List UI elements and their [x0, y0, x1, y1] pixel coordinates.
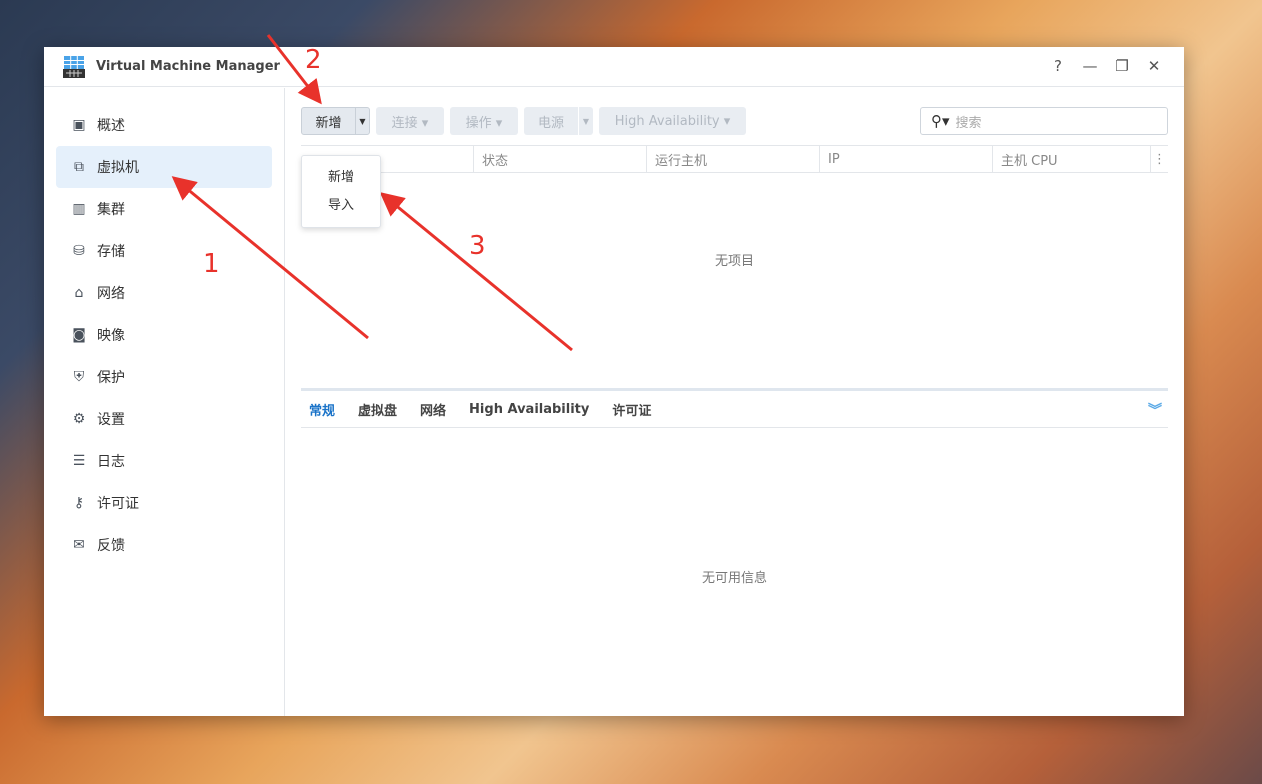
close-button[interactable]: ✕	[1138, 57, 1170, 75]
virtual-machine-icon: ⧉	[74, 159, 84, 175]
sidebar-item-virtual-machine[interactable]: ⧉ 虚拟机	[56, 146, 272, 188]
tab-virtual-disk[interactable]: 虚拟盘	[358, 400, 397, 419]
column-host[interactable]: 运行主机	[646, 146, 819, 172]
app-logo-icon	[63, 55, 85, 78]
main-panel: 新增 ▼ 连接 ▾ 操作 ▾ 电源 ▼ High Availability ▾ …	[301, 88, 1168, 716]
column-options-icon[interactable]: ⋮	[1150, 146, 1168, 172]
overview-icon: ▣	[72, 117, 86, 133]
cluster-icon: ▥	[72, 201, 86, 217]
detail-tabs: 常规 虚拟盘 网络 High Availability 许可证 ︾	[301, 392, 1168, 428]
window-title: Virtual Machine Manager	[96, 59, 280, 74]
sidebar-item-overview[interactable]: ▣ 概述	[56, 104, 272, 146]
column-status[interactable]: 状态	[473, 146, 646, 172]
sidebar-item-label: 存储	[97, 244, 125, 260]
sidebar-item-label: 概述	[97, 118, 125, 134]
mail-icon: ✉	[73, 537, 85, 553]
sidebar-item-cluster[interactable]: ▥ 集群	[56, 188, 272, 230]
sidebar-item-label: 集群	[97, 202, 125, 218]
vmm-window: Virtual Machine Manager ? — ❐ ✕ ▣ 概述 ⧉ 虚拟机 ▥…	[44, 47, 1184, 716]
sidebar-item-list[interactable]: ☰ 日志	[56, 440, 272, 482]
title-bar: Virtual Machine Manager ? — ❐ ✕	[44, 47, 1184, 87]
sidebar-item-label: 反馈	[97, 538, 125, 554]
action-button[interactable]: 操作 ▾	[450, 107, 518, 135]
column-host-cpu[interactable]: 主机 CPU	[992, 146, 1150, 172]
sidebar-item-label: 保护	[97, 370, 125, 386]
sidebar-item-label: 虚拟机	[97, 160, 139, 176]
toolbar: 新增 ▼ 连接 ▾ 操作 ▾ 电源 ▼ High Availability ▾ …	[301, 107, 1168, 228]
menu-item-create[interactable]: 新增	[302, 164, 380, 192]
column-ip[interactable]: IP	[819, 146, 992, 172]
search-icon: ⚲▾	[931, 112, 950, 130]
sidebar-item-gear[interactable]: ⚙ 设置	[56, 398, 272, 440]
create-dropdown-menu: 新增 导入	[301, 155, 381, 228]
list-icon: ☰	[72, 453, 86, 469]
create-button[interactable]: 新增	[301, 107, 356, 135]
sidebar-item-key[interactable]: ⚷ 许可证	[56, 482, 272, 524]
gear-icon: ⚙	[72, 411, 86, 427]
high-availability-button[interactable]: High Availability ▾	[599, 107, 746, 135]
create-dropdown-button[interactable]: ▼	[355, 107, 370, 135]
tab-license[interactable]: 许可证	[612, 400, 651, 419]
sidebar-item-shield[interactable]: ⛨ 保护	[56, 356, 272, 398]
detail-empty-text: 无可用信息	[702, 571, 768, 586]
power-dropdown-button[interactable]: ▼	[579, 107, 593, 135]
shield-icon: ⛨	[73, 369, 85, 385]
tab-high-availability[interactable]: High Availability	[469, 402, 589, 417]
network-icon: ⌂	[74, 285, 84, 301]
sidebar: ▣ 概述 ⧉ 虚拟机 ▥ 集群 ⛁ 存储 ⌂ 网络 ◙ 映像 ⛨ 保护 ⚙ 设置 ☰ 日志 ⚷ 许可证 ✉ 反馈	[44, 88, 285, 716]
sidebar-item-label: 网络	[97, 286, 125, 302]
collapse-icon[interactable]: ︾	[1148, 400, 1162, 420]
tab-network[interactable]: 网络	[420, 400, 446, 419]
sidebar-item-storage[interactable]: ⛁ 存储	[56, 230, 272, 272]
image-icon: ◙	[72, 327, 86, 343]
panel-splitter[interactable]	[301, 388, 1168, 391]
sidebar-item-label: 许可证	[97, 496, 139, 512]
sidebar-item-mail[interactable]: ✉ 反馈	[56, 524, 272, 566]
table-empty-text: 无项目	[715, 254, 755, 269]
maximize-button[interactable]: ❐	[1106, 57, 1138, 75]
caret-down-icon: ▼	[359, 116, 366, 126]
caret-down-icon: ▼	[582, 116, 590, 126]
tab-general[interactable]: 常规	[309, 400, 335, 419]
storage-icon: ⛁	[73, 243, 85, 259]
menu-item-import[interactable]: 导入	[302, 192, 380, 220]
help-button[interactable]: ?	[1042, 57, 1074, 75]
power-button[interactable]: 电源	[524, 107, 578, 135]
sidebar-item-label: 映像	[97, 328, 125, 344]
key-icon: ⚷	[73, 495, 85, 511]
search-placeholder: 搜索	[955, 115, 982, 131]
connect-button[interactable]: 连接 ▾	[376, 107, 444, 135]
sidebar-item-image[interactable]: ◙ 映像	[56, 314, 272, 356]
sidebar-item-network[interactable]: ⌂ 网络	[56, 272, 272, 314]
search-input[interactable]: ⚲▾ 搜索	[920, 107, 1168, 135]
sidebar-item-label: 日志	[97, 454, 125, 470]
table-header: 状态 运行主机 IP 主机 CPU ⋮	[301, 145, 1168, 173]
sidebar-item-label: 设置	[97, 412, 125, 428]
minimize-button[interactable]: —	[1074, 57, 1106, 75]
